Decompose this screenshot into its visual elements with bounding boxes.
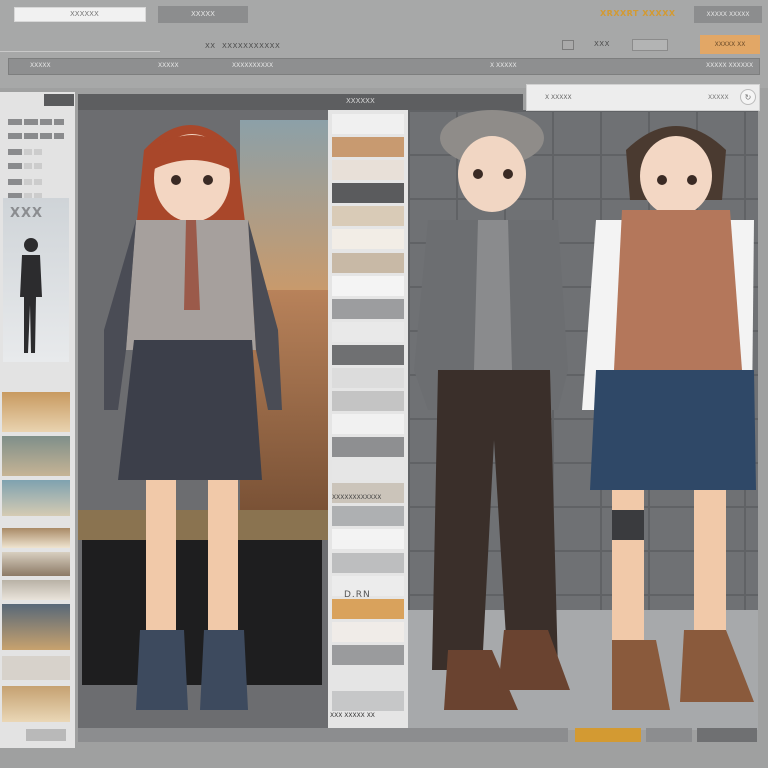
character-girl[interactable] [96,110,286,720]
color-swatch[interactable] [332,621,404,642]
color-swatch[interactable] [332,344,404,365]
bottom-left-button[interactable] [26,729,66,741]
refresh-icon[interactable]: ↻ [740,89,756,105]
color-swatch[interactable] [332,206,404,227]
character-boy-cap[interactable] [408,110,578,720]
thumbnail-image[interactable] [2,528,70,548]
thumbnail-image[interactable] [2,392,70,432]
tab-secondary[interactable]: XXXXX XXXXX [694,6,762,23]
grid-row[interactable] [8,154,66,169]
overlay-close-link[interactable]: XXXXX [708,94,729,101]
bottom-scrollbar[interactable] [78,728,568,742]
grid-row[interactable] [8,184,66,199]
swatch-tag: D.RN [344,590,371,600]
bottom-accent-button[interactable] [575,728,641,742]
subbar-item-1[interactable]: XXXXX [30,62,51,69]
breadcrumb-arrow: XX [205,42,216,50]
color-swatch[interactable] [332,275,404,296]
color-swatch[interactable] [332,644,404,665]
tab-primary[interactable]: XXXXX [158,6,248,23]
canvas-header [78,94,523,110]
color-swatch[interactable] [332,229,404,250]
brand-label: XRXXRT XXXXX [600,9,676,18]
character-boy-vest[interactable] [576,110,766,720]
color-swatch[interactable] [332,437,404,458]
thumbnail-image[interactable] [2,580,70,600]
grid-row[interactable] [8,170,66,185]
swatch-list [332,114,404,714]
breadcrumb[interactable]: XXXXXXXXXXX [222,42,280,50]
subbar-item-3[interactable]: XXXXXXXXXX [232,62,273,69]
subbar-item-2[interactable]: XXXXX [158,62,179,69]
square-icon[interactable] [562,40,574,50]
bottom-button-c[interactable] [697,728,757,742]
thumbnail-image[interactable] [2,480,70,516]
thumbnail-image[interactable] [2,604,70,650]
swatch-footer: XXX XXXXX XX [330,712,375,719]
color-swatch[interactable] [332,667,404,688]
grid-row[interactable] [8,140,66,155]
search-input[interactable]: XXXXXX [14,7,146,22]
thumbnail-image[interactable] [2,552,70,576]
color-swatch[interactable] [332,552,404,573]
color-swatch[interactable] [332,598,404,619]
color-swatch[interactable] [332,160,404,181]
bottom-button-b[interactable] [646,728,692,742]
color-swatch[interactable] [332,137,404,158]
thumbnail-image[interactable] [2,656,70,680]
thumbnail-image[interactable] [2,686,70,722]
apply-button[interactable]: XXXXX XX [700,35,760,54]
grid-row[interactable] [8,124,66,139]
subbar-item-4[interactable]: X XXXXX [490,62,517,69]
color-swatch[interactable] [332,367,404,388]
grid-row[interactable] [8,110,66,125]
color-swatch[interactable] [332,321,404,342]
color-swatch[interactable] [332,298,404,319]
overlay-title: X XXXXX [545,94,572,101]
color-swatch[interactable] [332,114,404,135]
thumbnail-image[interactable] [2,436,70,476]
toolbar-divider [0,51,160,52]
color-swatch[interactable] [332,390,404,411]
color-swatch[interactable] [332,183,404,204]
canvas-title: XXXXXX [346,97,375,105]
dimension-label: XXX [594,40,610,48]
color-swatch[interactable] [332,414,404,435]
color-swatch[interactable] [332,529,404,550]
color-swatch[interactable] [332,252,404,273]
thumbnail-title: XXX [10,206,44,221]
panel-header [44,94,74,106]
sub-toolbar [8,58,760,75]
figure-silhouette [20,238,42,353]
color-swatch[interactable] [332,690,404,711]
swatch-label: XXXXXXXXXXXX [332,494,382,501]
color-swatch[interactable] [332,460,404,481]
dimension-input[interactable] [632,39,668,51]
subbar-item-5[interactable]: XXXXX XXXXXX [706,62,753,69]
color-swatch[interactable] [332,506,404,527]
